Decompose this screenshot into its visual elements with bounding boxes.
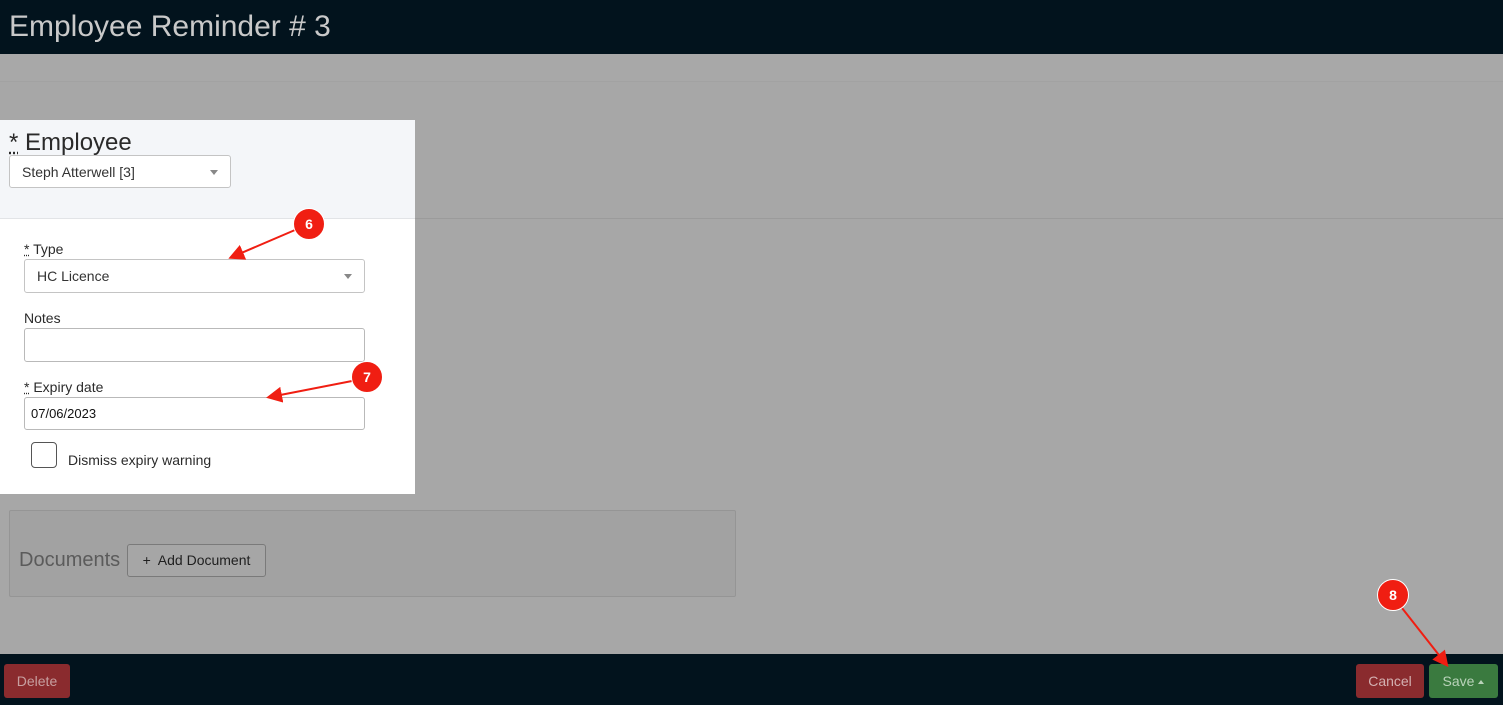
footer-bar [0,654,1503,705]
overlay-divider [0,81,1503,82]
dismiss-expiry-label: Dismiss expiry warning [68,452,212,468]
expiry-date-label-text: Expiry date [33,379,104,395]
employee-select-value: Steph Atterwell [3] [22,163,135,180]
caret-up-icon [1478,680,1485,685]
chevron-down-icon [344,274,352,279]
type-label: * Type [24,241,63,257]
cancel-button[interactable]: Cancel [1356,664,1424,698]
type-select[interactable]: HC Licence [24,259,365,293]
notes-input[interactable] [24,328,365,362]
type-select-value: HC Licence [37,268,110,284]
chevron-down-icon [210,169,218,175]
add-document-button[interactable]: + Add Document [127,544,266,577]
delete-button[interactable]: Delete [4,664,70,698]
notes-label: Notes [24,310,61,326]
required-mark: * [24,241,30,257]
employee-label-text: Employee [25,129,132,156]
section-divider [415,218,1503,219]
type-label-text: Type [33,241,64,257]
app-header: Employee Reminder # 3 [0,0,1503,54]
overlay-band [0,54,1503,81]
employee-select[interactable]: Steph Atterwell [3] [9,155,231,188]
save-button[interactable]: Save [1429,664,1498,698]
annotation-badge-6: 6 [293,208,325,240]
page-title: Employee Reminder # 3 [9,10,331,43]
required-mark: * [24,379,30,395]
documents-title: Documents [19,549,121,571]
plus-icon: + [142,552,151,568]
annotation-badge-8: 8 [1377,579,1409,611]
add-document-label: Add Document [157,552,251,568]
expiry-date-label: * Expiry date [24,379,103,395]
employee-label: * Employee [9,129,132,157]
annotation-badge-7: 7 [351,361,383,393]
required-mark: * [9,129,19,156]
save-label: Save [1442,673,1475,689]
expiry-date-input[interactable]: 07/06/2023 [24,397,365,430]
dismiss-expiry-checkbox[interactable] [31,442,57,468]
